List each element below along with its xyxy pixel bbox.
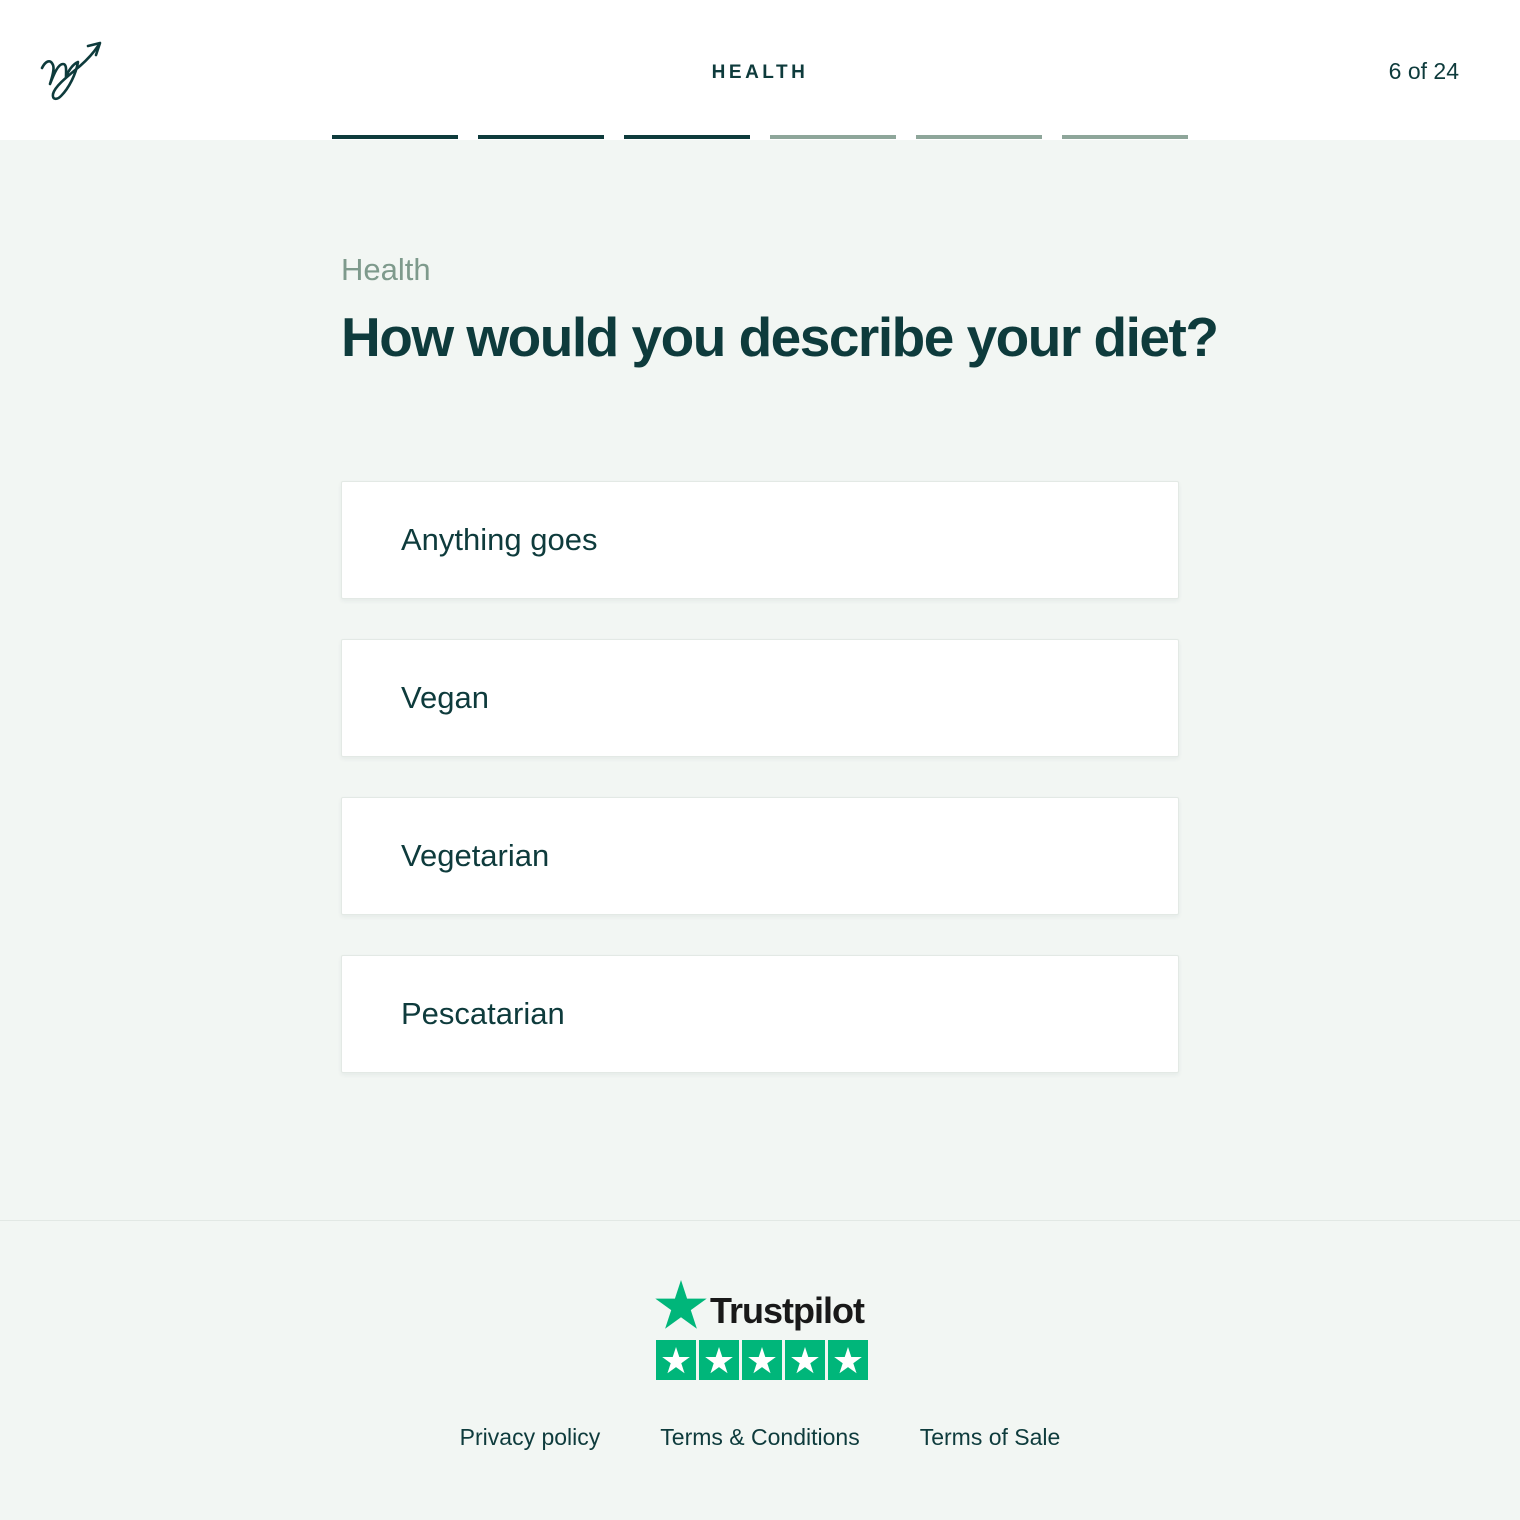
rating-star-icon	[742, 1340, 782, 1380]
trustpilot-logo: Trustpilot	[655, 1280, 867, 1332]
progress-bar	[332, 135, 1188, 139]
option-pescatarian[interactable]: Pescatarian	[341, 955, 1179, 1073]
question-title: How would you describe your diet?	[341, 306, 1219, 368]
progress-segment-3	[624, 135, 750, 139]
progress-segment-4	[770, 135, 896, 139]
option-label: Anything goes	[401, 522, 598, 557]
terms-of-sale-link[interactable]: Terms of Sale	[920, 1424, 1061, 1451]
rating-star-icon	[785, 1340, 825, 1380]
trustpilot-wordmark: Trustpilot	[710, 1290, 865, 1331]
step-counter: 6 of 24	[1388, 58, 1459, 84]
progress-segment-1	[332, 135, 458, 139]
privacy-policy-link[interactable]: Privacy policy	[460, 1424, 601, 1451]
rating-star-icon	[699, 1340, 739, 1380]
question-category: Health	[341, 252, 431, 287]
option-label: Vegan	[401, 680, 489, 715]
option-vegan[interactable]: Vegan	[341, 639, 1179, 757]
section-title: HEALTH	[711, 62, 809, 83]
progress-segment-6	[1062, 135, 1188, 139]
header: HEALTH 6 of 24	[0, 0, 1520, 140]
option-label: Pescatarian	[401, 996, 565, 1031]
trustpilot-rating	[656, 1340, 868, 1380]
footer-links: Privacy policy Terms & Conditions Terms …	[0, 1424, 1520, 1451]
footer-divider	[0, 1220, 1520, 1221]
progress-segment-2	[478, 135, 604, 139]
rating-star-icon	[828, 1340, 868, 1380]
terms-conditions-link[interactable]: Terms & Conditions	[660, 1424, 859, 1451]
trustpilot-widget[interactable]: Trustpilot	[655, 1280, 868, 1382]
option-vegetarian[interactable]: Vegetarian	[341, 797, 1179, 915]
progress-segment-5	[916, 135, 1042, 139]
option-anything-goes[interactable]: Anything goes	[341, 481, 1179, 599]
answer-options: Anything goes Vegan Vegetarian Pescatari…	[341, 481, 1179, 1113]
star-icon	[655, 1280, 707, 1329]
rating-star-icon	[656, 1340, 696, 1380]
option-label: Vegetarian	[401, 838, 550, 873]
